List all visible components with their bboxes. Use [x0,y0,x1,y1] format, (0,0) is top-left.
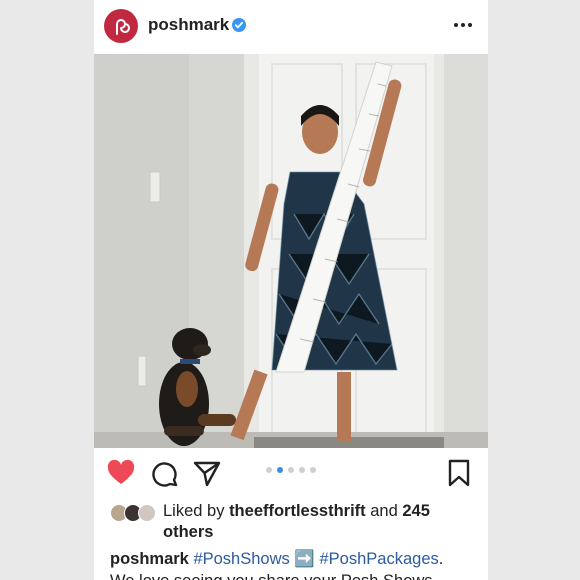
caption-username[interactable]: poshmark [110,550,189,568]
post-photo[interactable] [94,54,488,448]
likes-section: Liked by theeffortlessthrift and 245 oth… [94,498,488,542]
post-username[interactable]: poshmark [148,15,229,35]
carousel-dot [310,467,316,473]
poshmark-logo-icon [116,19,130,35]
post-caption: poshmark #PoshShows ➡️ #PoshPackages. We… [110,548,480,580]
caption-line-2: We love seeing you share your Posh Shows [110,572,433,580]
bookmark-icon[interactable] [444,458,474,488]
more-options-icon[interactable] [452,14,474,36]
profile-avatar[interactable] [104,9,138,43]
heart-icon[interactable] [106,458,136,488]
likes-and: and [370,502,398,520]
liker-avatars[interactable] [110,504,158,522]
instagram-post: poshmark Liked by theeffortlessthrift an… [94,0,488,580]
likes-text: Liked by theeffortlessthrift and 245 oth… [163,501,473,543]
verified-badge-icon [232,18,246,32]
share-icon[interactable] [192,458,222,488]
carousel-dot [299,467,305,473]
comment-icon[interactable] [149,458,179,488]
liker-username[interactable]: theeffortlessthrift [229,502,366,520]
hashtag-link[interactable]: #PoshShows [193,550,289,568]
carousel-indicator [266,467,316,473]
carousel-dot [288,467,294,473]
carousel-dot [266,467,272,473]
post-header: poshmark [94,0,488,54]
caption-period: . [438,550,444,568]
liker-avatar [138,504,156,522]
post-image [94,54,488,448]
hashtag-link[interactable]: #PoshPackages [320,550,439,568]
action-bar [94,448,488,498]
carousel-dot-active [277,467,283,473]
arrow-emoji: ➡️ [294,550,315,568]
likes-prefix: Liked by [163,502,225,520]
